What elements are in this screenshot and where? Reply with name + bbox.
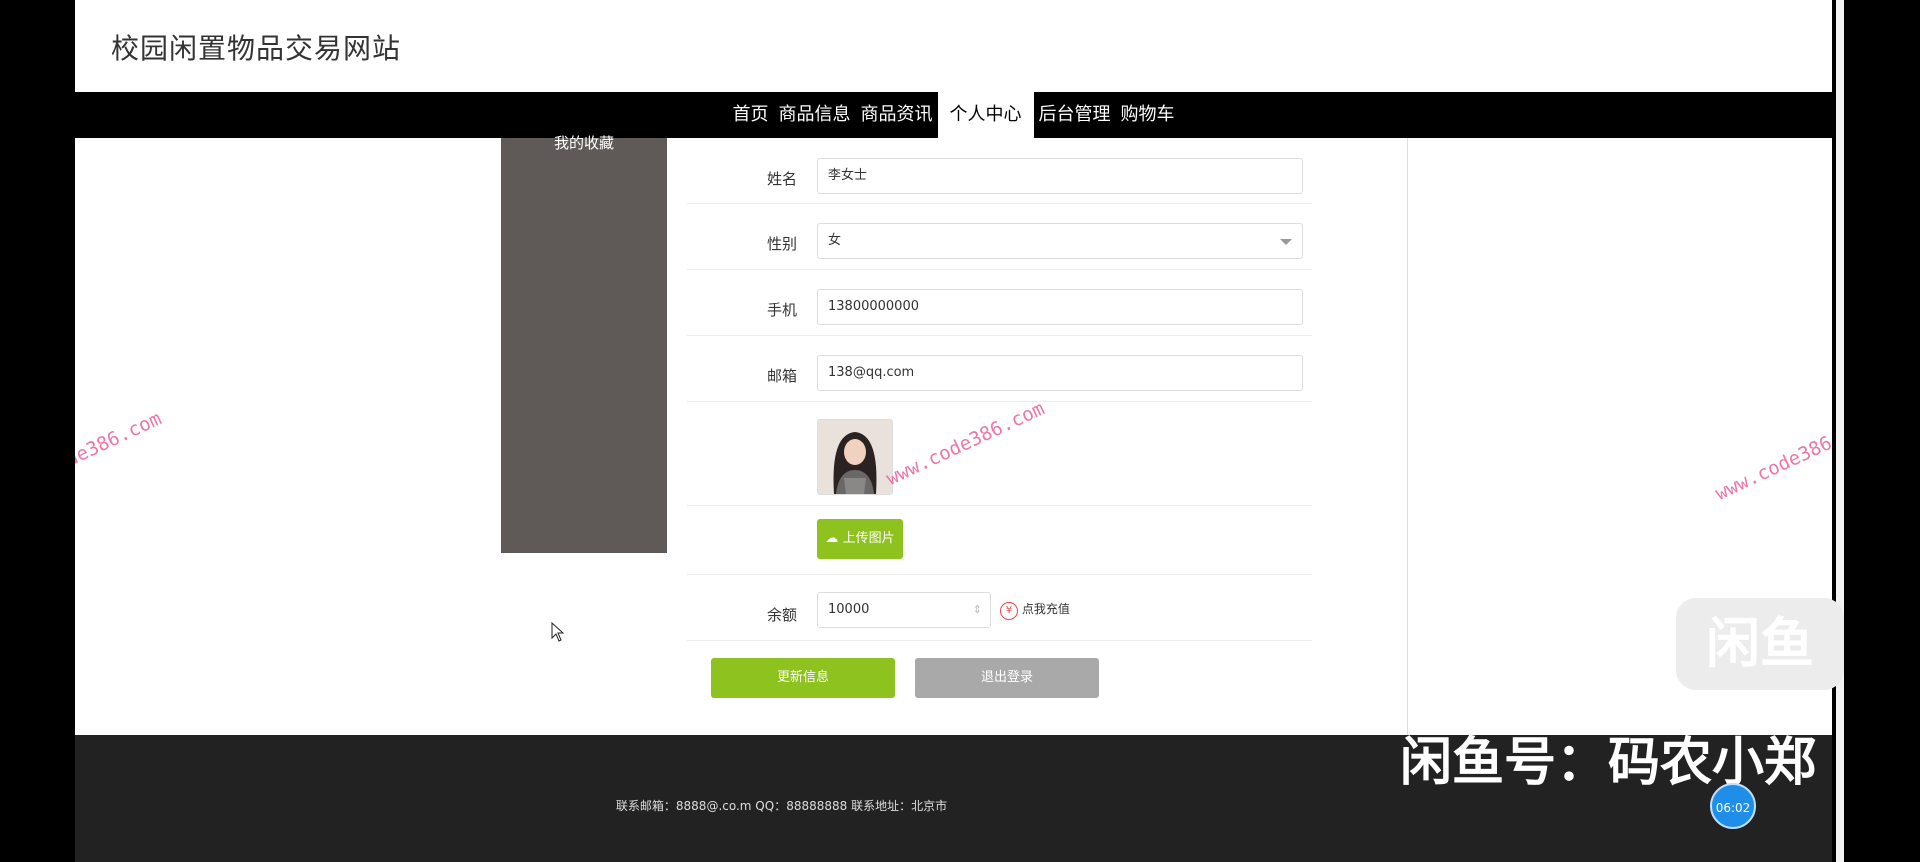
- cloud-upload-icon: ☁: [825, 531, 839, 546]
- video-timer: 06:02: [1710, 783, 1756, 829]
- nav-cart[interactable]: 购物车: [1116, 92, 1180, 138]
- name-input[interactable]: 李女士: [817, 158, 1303, 194]
- upload-row: ☁ 上传图片: [687, 505, 1312, 575]
- account-banner: 闲鱼号：码农小郑: [1400, 733, 1817, 793]
- avatar-image: [817, 419, 893, 495]
- nav-admin[interactable]: 后台管理: [1034, 92, 1116, 138]
- chevron-down-icon: [1280, 239, 1292, 245]
- gender-row: 性别 女: [687, 203, 1312, 270]
- nav-products[interactable]: 商品信息: [774, 92, 856, 138]
- balance-label: 余额: [766, 606, 797, 624]
- gender-value: 女: [828, 233, 842, 248]
- sidebar-item-favorites[interactable]: 我的收藏: [501, 132, 667, 153]
- footer-contact: 联系邮箱：8888@.co.m QQ：88888888 联系地址：北京市: [615, 799, 948, 813]
- phone-input[interactable]: 13800000000: [817, 289, 1303, 325]
- phone-row: 手机 13800000000: [687, 269, 1312, 336]
- nav-personal-center[interactable]: 个人中心: [937, 92, 1034, 138]
- upload-image-button[interactable]: ☁ 上传图片: [817, 519, 903, 559]
- nav-news[interactable]: 商品资讯: [856, 92, 938, 138]
- yen-icon: ¥: [1000, 602, 1018, 620]
- logout-button[interactable]: 退出登录: [915, 658, 1099, 698]
- recharge-link[interactable]: ¥ 点我充值: [1000, 600, 1070, 620]
- main-nav: 首页 商品信息 商品资讯 个人中心 后台管理 购物车: [75, 92, 1832, 138]
- gender-label: 性别: [766, 235, 797, 253]
- site-title: 校园闲置物品交易网站: [111, 32, 402, 65]
- scrollbar[interactable]: [1836, 0, 1844, 862]
- email-input[interactable]: 138@qq.com: [817, 355, 1303, 391]
- sidebar: 我的收藏: [501, 134, 667, 553]
- profile-form: 姓名 李女士 性别 女 手机 13800000000 邮箱 138@qq.com: [667, 138, 1408, 735]
- phone-label: 手机: [766, 301, 797, 319]
- balance-row: 余额 10000 ⇕ ¥ 点我充值: [687, 574, 1312, 641]
- stepper-icon[interactable]: ⇕: [973, 593, 982, 627]
- xianyu-logo: 闲鱼: [1676, 598, 1844, 690]
- email-row: 邮箱 138@qq.com: [687, 335, 1312, 402]
- email-label: 邮箱: [766, 367, 797, 385]
- nav-home[interactable]: 首页: [728, 92, 774, 138]
- name-label: 姓名: [766, 170, 797, 188]
- balance-input[interactable]: 10000 ⇕: [817, 592, 991, 628]
- name-row: 姓名 李女士: [687, 138, 1312, 204]
- update-info-button[interactable]: 更新信息: [711, 658, 895, 698]
- gender-select[interactable]: 女: [817, 223, 1303, 259]
- site-header: 校园闲置物品交易网站: [75, 0, 1832, 92]
